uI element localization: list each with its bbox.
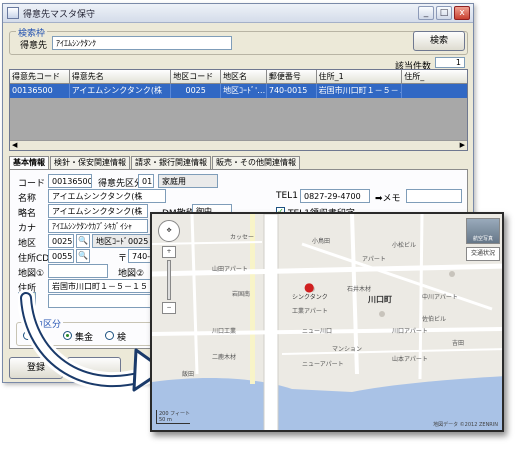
column-header[interactable]: 住所_1 [316,70,403,84]
map-place: 吉田 [452,340,465,347]
maximize-button[interactable]: □ [436,6,452,20]
column-header[interactable]: 得意先コード [10,70,70,84]
name-field[interactable]: アイエムシンクタンク(株 [48,189,166,203]
table-cell[interactable]: 740-0015 [266,84,317,98]
scale-bar: 200 フィート 50 m [156,410,191,424]
customer-type-name: 家庭用 [158,174,218,188]
customer-type-label: 得意先区分 [98,179,144,189]
scale-label-feet: 200 フィート [159,411,191,417]
map-place: 石井木材 [347,286,372,293]
memo-label: ➡メモ [375,194,401,204]
zoom-in-icon[interactable]: + [162,246,176,258]
result-count-value: 1 [435,57,465,68]
zoom-slider[interactable] [167,260,171,300]
aerial-label: 航空写真 [472,236,493,242]
tab-basic-info[interactable]: 基本情報 [9,156,49,170]
map1-field[interactable] [48,264,108,278]
table-cell[interactable]: アイエムシンクタンク(株 [69,84,172,98]
minimize-button[interactable]: _ [418,6,434,20]
map-place: 岩国南 [232,291,251,298]
column-header[interactable]: 地区コード [171,70,222,84]
search-button[interactable]: 検索 [413,31,465,51]
map-canvas[interactable] [152,214,504,432]
traffic-toggle[interactable]: 交通状況 [466,247,500,261]
tel-label: TEL1 [276,191,298,201]
code-label: コード [18,179,46,189]
map-place: 川口工業 [212,328,237,335]
map-place: カッセー [230,234,255,241]
scale-label-meters: 50 m [159,417,172,423]
scroll-right-icon[interactable]: ▶ [460,141,465,149]
map-place: アパート [362,256,386,263]
customer-search-input[interactable]: ｱｲｴﾑｼﾝｸﾀﾝｸ [52,36,232,50]
map-place: ニュー川口 [302,328,333,335]
grid-header: 得意先コード 得意先名 地区コード 地区名 郵便番号 住所_1 住所_ [10,70,467,84]
map-place: 小松ビル [392,242,417,249]
app-icon [7,7,19,19]
map-view[interactable]: カッセー 小鳥田 小松ビル 山田アパート 石井木材 岩国南 中川アパート 工業ア… [150,212,504,432]
area-code-field[interactable]: 0025 [48,234,74,248]
kana-field[interactable]: ｱｲｴﾑｼﾝｸﾀﾝｸｶﾌﾞｼｷｶﾞｲｼｬ [48,219,148,233]
map-place: 二鹿木材 [212,354,237,361]
map-place: 工業アパート [292,308,328,315]
column-header[interactable]: 郵便番号 [266,70,317,84]
pan-control-icon[interactable]: ✥ [158,220,180,242]
table-cell[interactable]: 岩国市川口町１－５－１５ [316,84,403,98]
tab-billing-info[interactable]: 請求・銀行関連情報 [131,156,211,169]
district-label: 川口町 [368,295,392,304]
customer-grid[interactable]: 得意先コード 得意先名 地区コード 地区名 郵便番号 住所_1 住所_ 0013… [9,69,468,151]
close-button[interactable]: x [454,6,470,20]
map-place: 山本アパート [392,356,428,363]
name-label: 名称 [18,194,37,204]
window-title: 得意先マスタ保守 [23,9,96,20]
zip-mark: 〒 [118,254,128,264]
table-cell[interactable] [402,84,467,98]
customer-type-code[interactable]: 01 [138,174,154,188]
address-code-label: 住所CD [18,254,50,264]
tab-bar: 基本情報 検針・保安関連情報 請求・銀行関連情報 販売・その他関連情報 [9,156,301,170]
short-name-field[interactable]: アイエムシンクタンク(株 [48,204,148,218]
area-name: 地区ｺｰﾄﾞ0025 [92,234,152,248]
column-header[interactable]: 得意先名 [69,70,172,84]
customer-search-label: 得意先 [20,41,48,51]
area-label: 地区 [18,239,37,249]
map2-label: 地図② [118,269,145,279]
column-header[interactable]: 地区名 [221,70,267,84]
map-place: 佐伯ビル [422,316,447,323]
short-name-label: 略名 [18,209,37,219]
aerial-toggle[interactable]: 航空写真 [466,218,500,244]
map-place: マンション [332,346,363,353]
map-place: 川口アパート [392,328,428,335]
address-search-icon[interactable]: 🔍 [76,249,90,263]
map-place: 小鳥田 [312,238,331,245]
map-place: 山田アパート [212,266,248,273]
zoom-out-icon[interactable]: − [162,302,176,314]
curved-arrow-icon [18,290,166,392]
column-header[interactable]: 住所_ [402,70,467,84]
map1-label: 地図① [18,269,45,279]
map-place: 中川アパート [422,294,458,301]
tab-meter-info[interactable]: 検針・保安関連情報 [50,156,130,169]
code-field[interactable]: 00136500 [48,174,92,188]
marker-label: シンクタンク [292,294,328,301]
table-cell[interactable]: 00136500 [10,84,70,98]
memo-field[interactable] [406,189,462,203]
table-cell[interactable]: 地区ｺｰﾄﾞ'… [221,84,267,98]
map-place: 飯田 [182,371,195,378]
kana-label: カナ [18,224,37,234]
grid-scrollbar[interactable]: ◀ ▶ [10,140,467,150]
title-bar[interactable]: 得意先マスタ保守 _ □ x [3,4,473,23]
address-code-field[interactable]: 0055 [48,249,74,263]
table-cell[interactable]: 0025 [171,84,222,98]
table-row[interactable]: 00136500 アイエムシンクタンク(株 0025 地区ｺｰﾄﾞ'… 740-… [10,84,467,98]
area-search-icon[interactable]: 🔍 [76,234,90,248]
tel-field[interactable]: 0827-29-4700 [300,189,370,203]
tab-sales-info[interactable]: 販売・その他関連情報 [212,156,300,169]
map-copyright: 地図データ ©2012 ZENRIN [433,422,498,428]
map-place: ニューアパート [302,361,344,368]
scroll-left-icon[interactable]: ◀ [12,141,17,149]
search-group: 検索枠 得意先 ｱｲｴﾑｼﾝｸﾀﾝｸ [9,26,468,55]
